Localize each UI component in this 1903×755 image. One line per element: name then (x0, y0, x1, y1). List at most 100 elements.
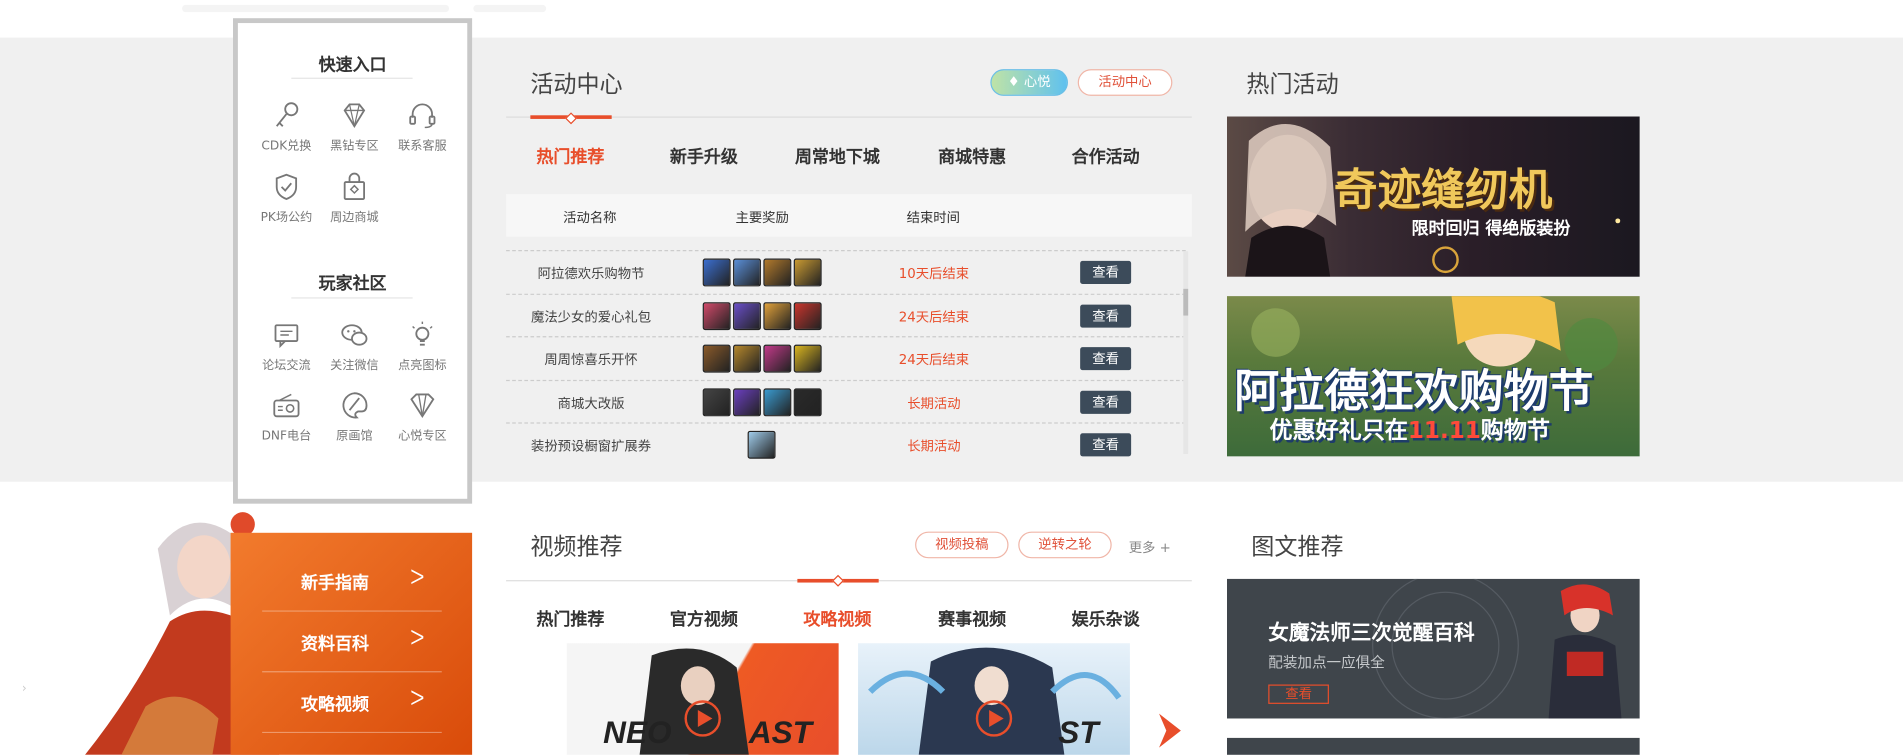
banner-shopping-festival[interactable]: 阿拉德狂欢购物节 优惠好礼只在11.11购物节 (1227, 296, 1640, 457)
tab-mall[interactable]: 商城特惠 (918, 144, 1027, 168)
reward-item-icon[interactable] (702, 258, 731, 287)
quick-item-label: PK场公约 (260, 211, 313, 225)
reward-item-icon[interactable] (763, 301, 792, 330)
palette-icon (342, 392, 368, 419)
tab-newbie[interactable]: 新手升级 (649, 144, 758, 168)
subtitle-suffix: 购物节 (1480, 417, 1551, 445)
arrow-right-icon: ᐳ (410, 686, 425, 710)
community-item-forum[interactable]: 论坛交流 (252, 319, 320, 373)
reward-item-icon[interactable] (763, 344, 792, 373)
thumbnail-art: NEO AST (603, 648, 815, 755)
reward-item-icon[interactable] (793, 344, 822, 373)
video-thumbnail[interactable]: ST (858, 643, 1130, 755)
tab-weekly-dungeon[interactable]: 周常地下城 (783, 144, 892, 168)
banner-sewing-machine[interactable]: 奇迹缝纫机 限时回归 得绝版装扮 (1227, 116, 1640, 277)
guide-item-label: 攻略视频 (300, 695, 369, 715)
view-button[interactable]: 查看 (1080, 260, 1132, 284)
community-item-label: 点亮图标 (398, 359, 447, 373)
guide-item-video[interactable]: 攻略视频 ᐳ (262, 672, 442, 734)
video-submit-pill[interactable]: 视频投稿 (915, 531, 1009, 559)
thumbnail-art: ST (868, 647, 1122, 755)
quick-item-blackdiamond[interactable]: 黑钻专区 (320, 100, 388, 153)
community-item-xinyue[interactable]: 心悦专区 (388, 390, 456, 443)
quick-item-label: 联系客服 (398, 139, 447, 153)
arrow-right-icon: ᐳ (410, 626, 425, 650)
community-item-wechat[interactable]: 关注微信 (320, 319, 388, 373)
banner-title: 阿拉德狂欢购物节 (1234, 365, 1594, 418)
community-item-radio[interactable]: DNF电台 (252, 390, 320, 443)
xinyue-pill[interactable]: ♦ 心悦 (990, 69, 1069, 96)
reward-item-icon[interactable] (747, 430, 776, 459)
card-subtitle: 配装加点一应俱全 (1268, 654, 1385, 672)
article-card[interactable] (1227, 737, 1640, 755)
quick-item-shop[interactable]: 周边商城 (320, 171, 388, 225)
view-button[interactable]: 查看 (1080, 390, 1132, 414)
subtitle-highlight: 11.11 (1407, 417, 1481, 445)
video-tab-official[interactable]: 官方视频 (649, 607, 758, 631)
view-button[interactable]: 查看 (1080, 433, 1132, 457)
next-arrow-icon[interactable] (1157, 711, 1184, 750)
video-tab-guide[interactable]: 攻略视频 (783, 607, 892, 631)
guide-nav: 新手指南 ᐳ 资料百科 ᐳ 攻略视频 ᐳ (230, 532, 473, 755)
reward-item-icon[interactable] (733, 258, 761, 287)
article-card[interactable]: 女魔法师三次觉醒百科 配装加点一应俱全 查看 (1227, 578, 1640, 719)
quick-item-cdk[interactable]: CDK兑换 (252, 100, 320, 153)
tab-hot[interactable]: 热门推荐 (516, 144, 625, 168)
community-item-label: 原画馆 (336, 429, 373, 443)
card-title: 女魔法师三次觉醒百科 (1268, 621, 1475, 646)
table-row: 商城大改版 长期活动 查看 (506, 379, 1186, 421)
activity-center-pill[interactable]: 活动中心 (1077, 69, 1173, 96)
table-row: 阿拉德欢乐购物节 10天后结束 查看 (506, 250, 1186, 292)
reward-item-icon[interactable] (702, 387, 731, 416)
video-tab-hot[interactable]: 热门推荐 (516, 607, 625, 631)
key-icon (276, 102, 299, 127)
quick-item-pk[interactable]: PK场公约 (252, 171, 320, 225)
table-scrollbar[interactable] (1183, 251, 1189, 454)
gem-icon: ♦ (1007, 74, 1024, 90)
reward-item-icon[interactable] (702, 301, 731, 330)
video-title: 视频推荐 (530, 534, 623, 561)
activity-name: 魔法少女的爱心礼包 (530, 308, 652, 325)
reward-item-icon[interactable] (702, 344, 731, 373)
subtitle-prefix: 优惠好礼只在 (1269, 417, 1408, 445)
tab-cooperation[interactable]: 合作活动 (1051, 144, 1160, 168)
quick-item-service[interactable]: 联系客服 (388, 100, 456, 153)
lightbulb-icon (412, 321, 433, 346)
chevron-right-icon[interactable]: › (22, 682, 27, 695)
scrollbar-thumb[interactable] (1183, 288, 1189, 316)
chat-icon (274, 324, 299, 349)
reward-icons (702, 301, 822, 330)
hot-activities-title: 热门活动 (1246, 71, 1339, 99)
video-thumbnail[interactable]: NEO AST (566, 643, 839, 755)
reward-item-icon[interactable] (733, 387, 761, 416)
reward-item-icon[interactable] (763, 387, 792, 416)
activity-name: 周周惊喜乐开怀 (544, 351, 638, 368)
video-tab-fun[interactable]: 娱乐杂谈 (1051, 607, 1160, 631)
reward-item-icon[interactable] (733, 344, 761, 373)
reward-icons (747, 430, 776, 459)
community-item-light[interactable]: 点亮图标 (388, 319, 456, 373)
community-item-art[interactable]: 原画馆 (320, 390, 388, 443)
reward-item-icon[interactable] (793, 301, 822, 330)
svg-text:ST: ST (1058, 714, 1101, 750)
view-button[interactable]: 查看 (1080, 347, 1132, 371)
gem-icon (410, 393, 435, 418)
video-tab-match[interactable]: 赛事视频 (918, 607, 1027, 631)
shopping-bag-icon (343, 172, 366, 200)
reward-item-icon[interactable] (733, 301, 761, 330)
activity-name: 商城大改版 (557, 395, 625, 411)
guide-item-newbie[interactable]: 新手指南 ᐳ (262, 551, 442, 612)
reverse-wheel-pill[interactable]: 逆转之轮 (1018, 531, 1112, 559)
reward-item-icon[interactable] (763, 258, 792, 287)
guide-item-wiki[interactable]: 资料百科 ᐳ (262, 612, 442, 673)
reward-item-icon[interactable] (793, 387, 822, 416)
reward-item-icon[interactable] (793, 258, 822, 287)
end-time: 24天后结束 (898, 308, 970, 325)
svg-text:AST: AST (748, 714, 815, 750)
community-title: 玩家社区 (318, 274, 387, 294)
more-link[interactable]: 更多 + (1129, 538, 1171, 557)
view-button[interactable]: 查看 (1080, 304, 1132, 328)
card-view-button[interactable]: 查看 (1268, 684, 1329, 704)
table-row: 装扮预设橱窗扩展券 长期活动 查看 (506, 422, 1186, 464)
guide-item-label: 资料百科 (300, 634, 369, 655)
